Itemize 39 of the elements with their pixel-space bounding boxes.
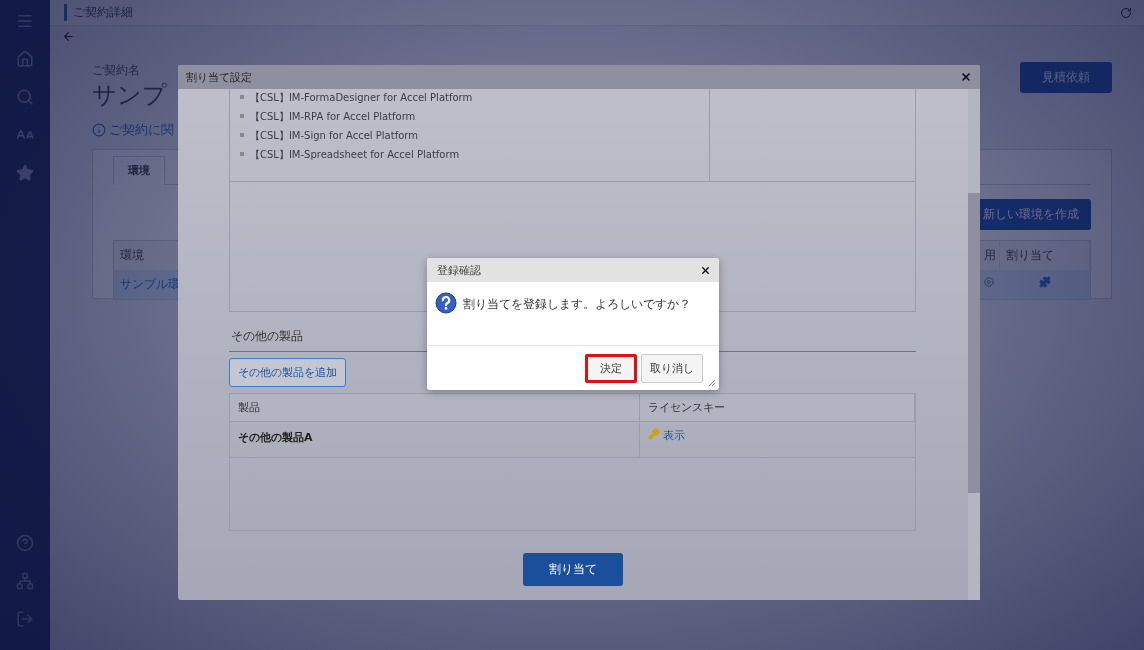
- question-icon: [435, 292, 457, 314]
- info-link[interactable]: ご契約に関: [92, 121, 174, 139]
- puzzle-icon[interactable]: [1039, 276, 1051, 288]
- home-icon[interactable]: [16, 50, 34, 68]
- assign-button[interactable]: 割り当て: [522, 553, 623, 586]
- column-header: 用: [978, 241, 1000, 270]
- contract-name: サンプ: [92, 80, 168, 111]
- reload-icon[interactable]: [1120, 6, 1132, 19]
- star-icon[interactable]: [16, 164, 34, 182]
- logout-icon[interactable]: [16, 610, 34, 628]
- play-icon[interactable]: [984, 276, 994, 288]
- confirm-message: 割り当てを登録します。よろしいですか？: [463, 296, 691, 313]
- scrollbar[interactable]: [968, 89, 980, 600]
- sitemap-icon[interactable]: [16, 572, 34, 590]
- dialog-button[interactable]: 取り消し: [641, 353, 703, 383]
- close-icon[interactable]: [700, 264, 711, 276]
- column-header: 製品: [230, 394, 640, 422]
- help-icon[interactable]: [16, 534, 34, 552]
- quote-button[interactable]: 見積依頼: [1020, 62, 1112, 93]
- dialog-title: 登録確認: [437, 262, 481, 278]
- back-arrow-icon[interactable]: [62, 30, 75, 43]
- add-product-button[interactable]: その他の製品を追加: [229, 358, 346, 387]
- key-icon: [648, 428, 660, 440]
- dialog-button[interactable]: 決定: [585, 353, 637, 383]
- product-item: 【CSL】IM-RPA for Accel Platform: [240, 110, 709, 124]
- menu-icon[interactable]: [16, 12, 34, 30]
- tab[interactable]: 環境: [113, 156, 165, 185]
- product-item: 【CSL】IM-FormaDesigner for Accel Platform: [240, 91, 709, 105]
- resize-grip-icon[interactable]: [707, 378, 716, 387]
- product-item: 【CSL】IM-Spreadsheet for Accel Platform: [240, 148, 709, 162]
- search-icon[interactable]: [16, 88, 34, 106]
- column-header: 割り当て: [1000, 241, 1090, 270]
- column-header: ライセンスキー: [640, 394, 915, 422]
- close-icon[interactable]: [960, 71, 972, 83]
- license-key-link[interactable]: 表示: [663, 428, 685, 443]
- product-item: 【CSL】IM-Sign for Accel Platform: [240, 129, 709, 143]
- dialog-title: 割り当て設定: [186, 69, 252, 85]
- info-icon: [92, 123, 106, 137]
- product-cell: その他の製品A: [230, 422, 640, 458]
